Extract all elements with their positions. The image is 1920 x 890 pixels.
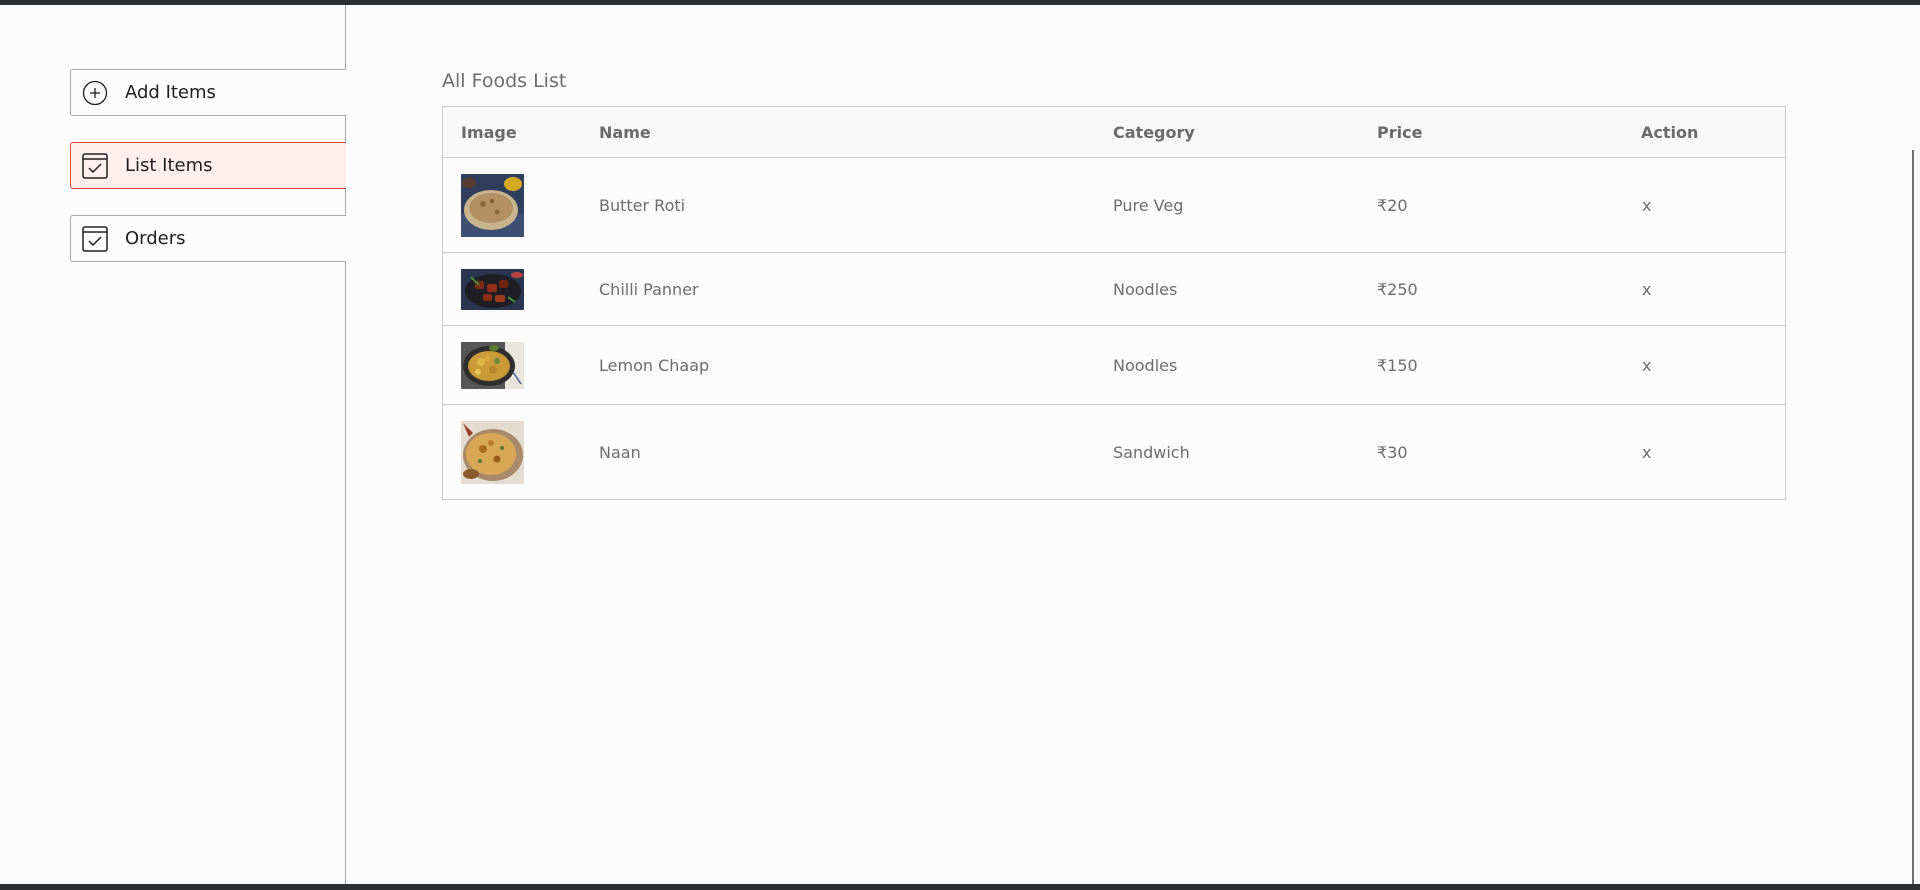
column-header-image: Image [461,122,517,142]
food-image-cell [461,268,599,310]
naan-image [461,420,524,484]
sidebar-item-label: Add Items [125,82,216,103]
lemon-chaap-image [461,341,524,389]
food-price: ₹150 [1377,355,1418,375]
sidebar-item-add-items[interactable]: Add Items [70,69,346,116]
column-header-action: Action [1641,122,1699,142]
window-bottom-bar [0,884,1920,890]
page-title: All Foods List [442,70,567,92]
butter-roti-image [461,173,524,237]
remove-item-button[interactable]: x [1641,196,1785,215]
food-image-cell [461,341,599,389]
checkbox-icon [82,225,108,252]
chilli-panner-image [461,268,524,310]
checkbox-icon [82,152,108,179]
food-name: Naan [599,442,641,462]
remove-item-button[interactable]: x [1641,443,1785,462]
sidebar-item-orders[interactable]: Orders [70,215,346,262]
remove-item-button[interactable]: x [1641,280,1785,299]
food-price: ₹250 [1377,279,1418,299]
food-category: Sandwich [1113,442,1190,462]
food-image-cell [461,420,599,484]
food-category: Pure Veg [1113,195,1184,215]
food-price: ₹20 [1377,195,1408,215]
food-price: ₹30 [1377,442,1408,462]
food-image-cell [461,173,599,237]
food-list-table: Image Name Category Price Action Butter … [442,106,1786,500]
column-header-category: Category [1113,122,1195,142]
sidebar-item-list-items[interactable]: List Items [70,142,346,189]
table-header: Image Name Category Price Action [443,107,1785,158]
food-name: Chilli Panner [599,279,699,299]
food-name: Butter Roti [599,195,686,215]
sidebar: Add Items List Items Orders [0,5,346,884]
table-row: Chilli Panner Noodles ₹250 x [443,253,1785,326]
food-category: Noodles [1113,279,1178,299]
vertical-scrollbar[interactable] [1912,150,1914,884]
table-row: Naan Sandwich ₹30 x [443,405,1785,499]
sidebar-item-label: Orders [125,228,186,249]
column-header-price: Price [1377,122,1423,142]
table-row: Butter Roti Pure Veg ₹20 x [443,158,1785,253]
sidebar-item-label: List Items [125,155,213,176]
table-row: Lemon Chaap Noodles ₹150 x [443,326,1785,405]
food-category: Noodles [1113,355,1178,375]
column-header-name: Name [599,122,651,142]
plus-circle-icon [82,80,108,106]
remove-item-button[interactable]: x [1641,356,1785,375]
food-name: Lemon Chaap [599,355,710,375]
